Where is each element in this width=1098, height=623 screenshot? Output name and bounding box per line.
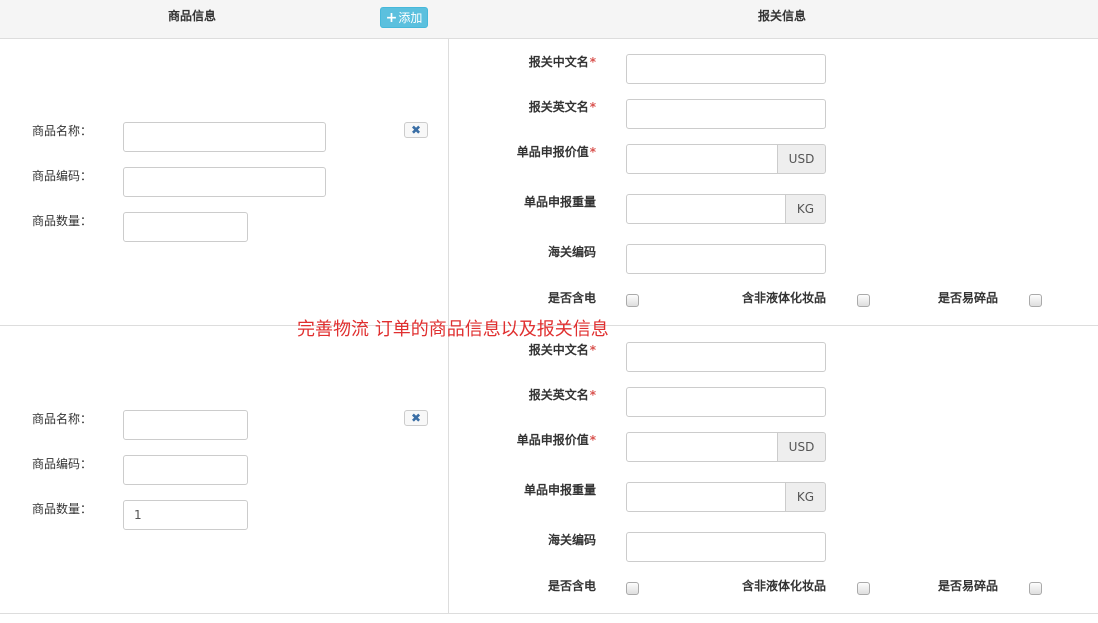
goods-code-input[interactable] <box>123 167 326 197</box>
weight-unit-addon: KG <box>785 194 826 224</box>
customs-info-title: 报关信息 <box>758 9 807 23</box>
customs-en-name-text: 报关英文名 <box>528 100 589 114</box>
weight-unit-addon: KG <box>785 482 826 512</box>
goods-quantity-label: 商品数量： <box>32 214 93 228</box>
goods-code-input[interactable] <box>123 455 248 485</box>
required-mark: * <box>589 100 596 114</box>
required-mark: * <box>589 388 596 402</box>
required-mark: * <box>589 145 596 159</box>
hs-code-input[interactable] <box>626 532 826 562</box>
customs-cn-name-text: 报关中文名 <box>528 343 589 357</box>
required-mark: * <box>589 343 596 357</box>
customs-en-name-input[interactable] <box>626 387 826 417</box>
close-icon: ✖ <box>410 123 422 137</box>
goods-name-label: 商品名称： <box>32 412 93 426</box>
currency-addon: USD <box>777 144 826 174</box>
customs-en-name-label: 报关英文名* <box>456 98 596 115</box>
goods-quantity-label: 商品数量： <box>32 502 93 516</box>
customs-cn-name-input[interactable] <box>626 54 826 84</box>
add-item-button[interactable]: + 添加 <box>380 7 428 28</box>
customs-cn-name-input[interactable] <box>626 342 826 372</box>
unit-weight-label: 单品申报重量 <box>523 195 596 209</box>
non-liquid-label: 含非液体化妆品 <box>741 579 826 593</box>
goods-quantity-input[interactable] <box>123 500 248 530</box>
hs-code-label: 海关编码 <box>547 533 596 547</box>
add-button-label: 添加 <box>398 11 423 25</box>
item-row: 商品名称： ✖ 商品编码： 商品数量： 报关中文名* 报关英文名* 单品申报价值… <box>0 326 1098 614</box>
goods-info-title: 商品信息 <box>168 9 217 23</box>
unit-value-label: 单品申报价值* <box>456 431 596 448</box>
non-liquid-label: 含非液体化妆品 <box>741 291 826 305</box>
battery-checkbox[interactable] <box>626 294 639 307</box>
goods-name-input[interactable] <box>123 410 248 440</box>
goods-code-label: 商品编码： <box>32 169 93 183</box>
unit-weight-input[interactable] <box>626 194 786 224</box>
battery-checkbox[interactable] <box>626 582 639 595</box>
column-divider <box>448 326 449 613</box>
fragile-checkbox[interactable] <box>1029 582 1042 595</box>
customs-en-name-label: 报关英文名* <box>456 386 596 403</box>
delete-item-button[interactable]: ✖ <box>404 410 428 426</box>
unit-value-label: 单品申报价值* <box>456 143 596 160</box>
battery-label: 是否含电 <box>547 579 596 593</box>
customs-en-name-input[interactable] <box>626 99 826 129</box>
customs-cn-name-label: 报关中文名* <box>456 341 596 358</box>
fragile-label: 是否易碎品 <box>937 291 998 305</box>
close-icon: ✖ <box>410 411 422 425</box>
hs-code-input[interactable] <box>626 244 826 274</box>
delete-item-button[interactable]: ✖ <box>404 122 428 138</box>
table-header: 商品信息 + 添加 报关信息 <box>0 0 1098 39</box>
battery-label: 是否含电 <box>547 291 596 305</box>
column-divider <box>448 38 449 325</box>
customs-en-name-text: 报关英文名 <box>528 388 589 402</box>
unit-value-input[interactable] <box>626 144 778 174</box>
unit-weight-label: 单品申报重量 <box>523 483 596 497</box>
goods-quantity-input[interactable] <box>123 212 248 242</box>
fragile-checkbox[interactable] <box>1029 294 1042 307</box>
unit-weight-input[interactable] <box>626 482 786 512</box>
unit-value-input[interactable] <box>626 432 778 462</box>
goods-code-label: 商品编码： <box>32 457 93 471</box>
unit-value-text: 单品申报价值 <box>516 433 589 447</box>
goods-name-label: 商品名称： <box>32 124 93 138</box>
goods-name-input[interactable] <box>123 122 326 152</box>
hs-code-label: 海关编码 <box>547 245 596 259</box>
annotation-overlay-text: 完善物流 订单的商品信息以及报关信息 <box>297 319 609 340</box>
item-row: 商品名称： ✖ 商品编码： 商品数量： 报关中文名* 报关英文名* 单品申报价值… <box>0 38 1098 326</box>
customs-cn-name-text: 报关中文名 <box>528 55 589 69</box>
required-mark: * <box>589 433 596 447</box>
unit-value-text: 单品申报价值 <box>516 145 589 159</box>
fragile-label: 是否易碎品 <box>937 579 998 593</box>
plus-icon: + <box>385 9 398 26</box>
required-mark: * <box>589 55 596 69</box>
currency-addon: USD <box>777 432 826 462</box>
customs-cn-name-label: 报关中文名* <box>456 53 596 70</box>
